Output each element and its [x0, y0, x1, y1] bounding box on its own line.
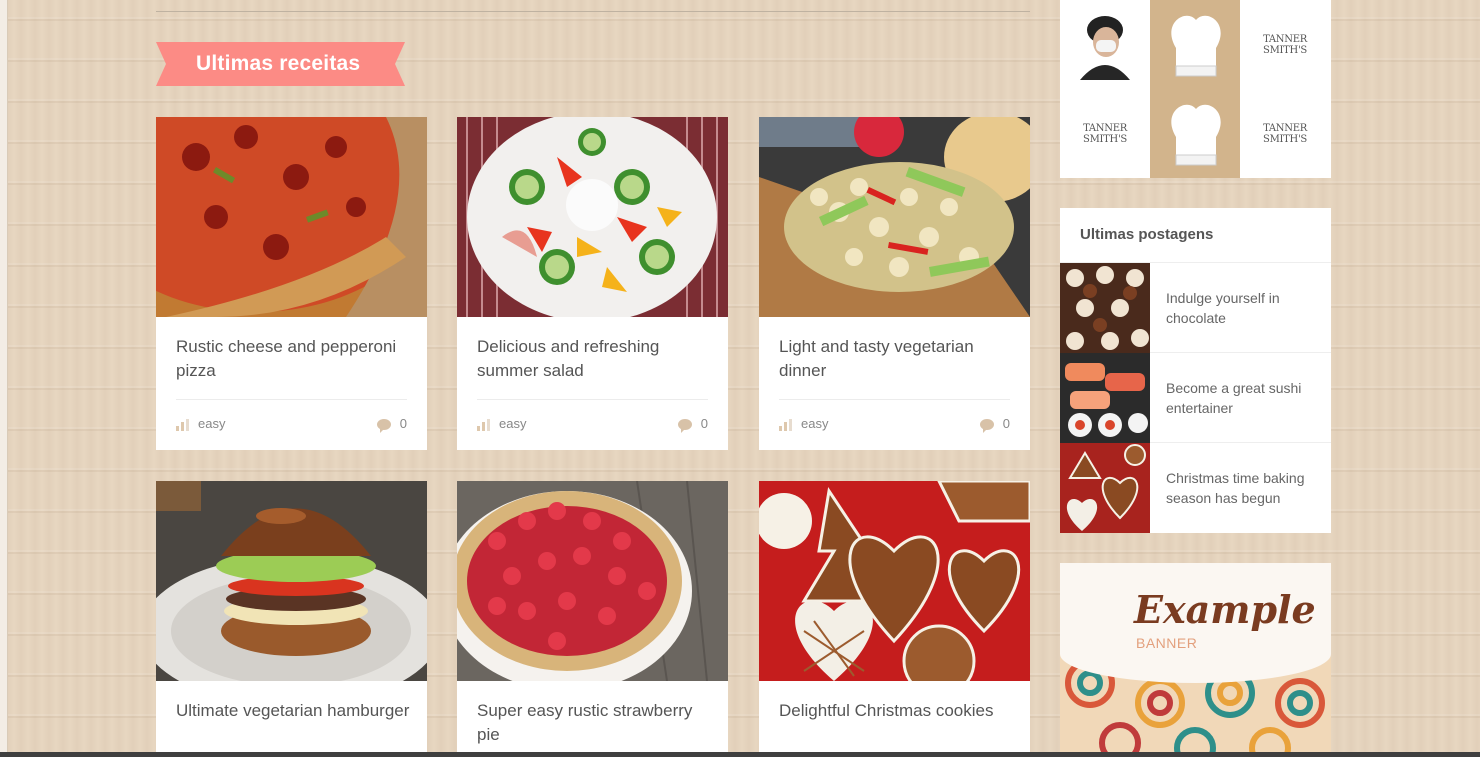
comment-count: 0 [399, 416, 407, 431]
comments[interactable]: 0 [376, 416, 407, 434]
post-item[interactable]: Indulge yourself in chocolate [1060, 263, 1331, 353]
latest-posts-title: Ultimas postagens [1080, 226, 1214, 243]
comment-icon [376, 419, 391, 434]
logo-text: TANNER SMITH'S [1263, 123, 1307, 145]
comment-count: 0 [1002, 416, 1010, 431]
comment-count: 0 [700, 416, 708, 431]
chef-hat-icon [1150, 0, 1240, 89]
difficulty: easy [779, 416, 828, 431]
recipe-title[interactable]: Rustic cheese and pepperoni pizza [176, 335, 412, 383]
recipe-title[interactable]: Light and tasty vegetarian dinner [779, 335, 1015, 383]
tanner-smiths-logo: TANNER SMITH'S [1240, 89, 1330, 178]
post-title[interactable]: Christmas time baking season has begun [1166, 443, 1316, 533]
post-item[interactable]: Christmas time baking season has begun [1060, 443, 1331, 533]
section-ribbon: Ultimas receitas [156, 42, 405, 86]
difficulty: easy [477, 416, 526, 431]
post-thumb-sushi[interactable] [1060, 353, 1150, 443]
section-divider [156, 11, 1030, 12]
recipe-card[interactable]: Delicious and refreshing summer salad ea… [457, 117, 728, 450]
recipe-card[interactable]: Light and tasty vegetarian dinner easy 0 [759, 117, 1030, 450]
chef-avatar[interactable] [1060, 0, 1150, 89]
difficulty-label: easy [499, 416, 527, 431]
comment-icon [979, 419, 994, 434]
recipe-image-vegetarian-dinner[interactable] [759, 117, 1030, 317]
chef-hat-icon [1150, 89, 1240, 178]
difficulty-label: easy [801, 416, 829, 431]
difficulty-bars-icon [779, 418, 793, 431]
card-divider [779, 399, 1010, 400]
logo-text: TANNER SMITH'S [1083, 123, 1127, 145]
card-divider [477, 399, 708, 400]
comments[interactable]: 0 [677, 416, 708, 434]
difficulty-bars-icon [176, 418, 190, 431]
post-title[interactable]: Indulge yourself in chocolate [1166, 263, 1316, 353]
example-banner[interactable]: Example BANNER [1060, 563, 1331, 757]
post-thumb-chocolate[interactable] [1060, 263, 1150, 353]
tanner-smiths-logo: TANNER SMITH'S [1060, 89, 1150, 178]
recipe-card[interactable]: Ultimate vegetarian hamburger [156, 481, 427, 757]
recipe-card[interactable]: Rustic cheese and pepperoni pizza easy 0 [156, 117, 427, 450]
recipe-image-pizza[interactable] [156, 117, 427, 317]
post-thumb-christmas[interactable] [1060, 443, 1150, 533]
recipe-image-christmas-cookies[interactable] [759, 481, 1030, 681]
card-divider [176, 399, 407, 400]
section-title: Ultimas receitas [196, 52, 361, 75]
horizontal-scrollbar[interactable] [0, 752, 1480, 757]
banner-title: Example [1134, 587, 1316, 632]
latest-posts-widget: Ultimas postagens Indulge yourself in ch… [1060, 208, 1331, 533]
post-title[interactable]: Become a great sushi entertainer [1166, 353, 1316, 443]
comment-icon [677, 419, 692, 434]
banner-header: Example BANNER [1060, 563, 1331, 683]
logo-text: TANNER SMITH'S [1263, 34, 1307, 56]
recipe-card[interactable]: Super easy rustic strawberry pie [457, 481, 728, 757]
recipe-image-burger[interactable] [156, 481, 427, 681]
difficulty-label: easy [198, 416, 226, 431]
page-left-edge [0, 0, 8, 757]
recipe-image-salad[interactable] [457, 117, 728, 317]
difficulty: easy [176, 416, 225, 431]
chef-logo-grid: TANNER SMITH'S TANNER SMITH'S TANNER SMI… [1060, 0, 1331, 178]
comments[interactable]: 0 [979, 416, 1010, 434]
recipe-image-strawberry-pie[interactable] [457, 481, 728, 681]
recipe-card[interactable]: Delightful Christmas cookies [759, 481, 1030, 757]
recipe-title[interactable]: Super easy rustic strawberry pie [477, 699, 713, 747]
difficulty-bars-icon [477, 418, 491, 431]
tanner-smiths-logo: TANNER SMITH'S [1240, 0, 1330, 89]
recipe-title[interactable]: Delightful Christmas cookies [779, 699, 1015, 723]
banner-subtitle: BANNER [1136, 635, 1198, 651]
post-item[interactable]: Become a great sushi entertainer [1060, 353, 1331, 443]
recipe-title[interactable]: Delicious and refreshing summer salad [477, 335, 713, 383]
recipe-title[interactable]: Ultimate vegetarian hamburger [176, 699, 412, 723]
